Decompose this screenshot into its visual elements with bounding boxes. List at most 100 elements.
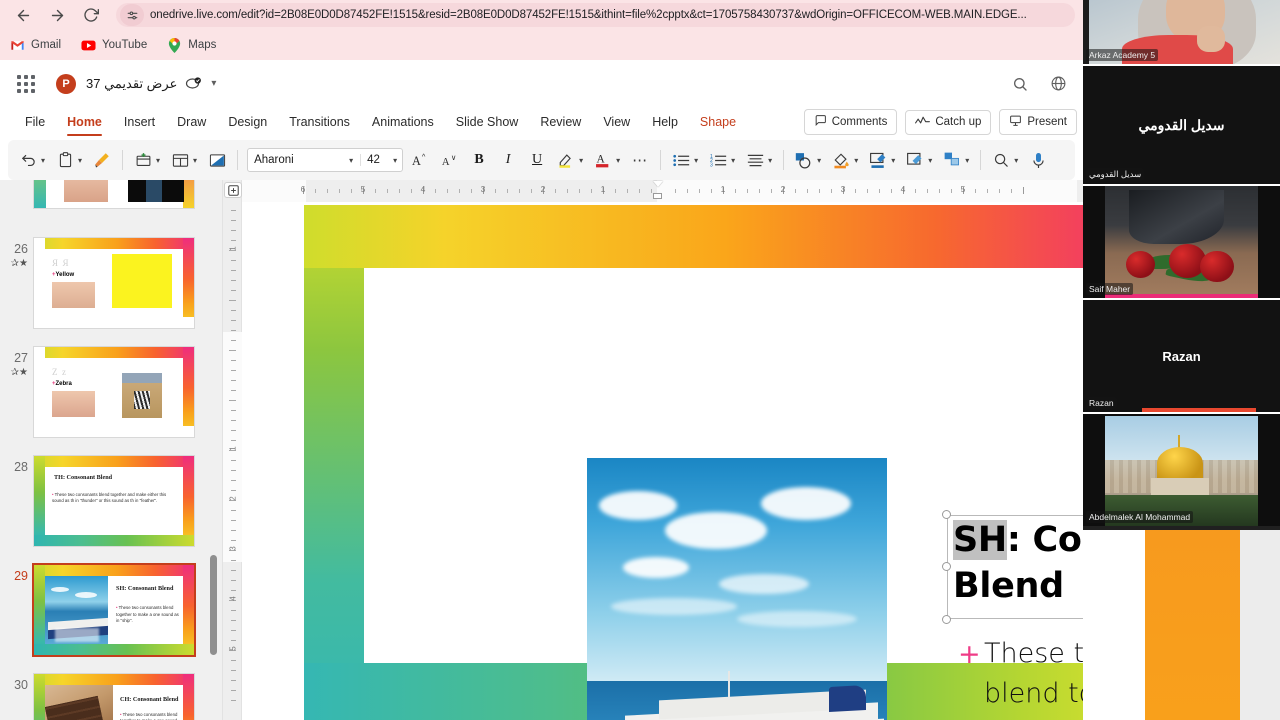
- title-textbox[interactable]: SH: Consonant Blend: [942, 510, 1083, 624]
- chevron-down-icon[interactable]: ▾: [388, 156, 402, 165]
- ruler-toggle-icon[interactable]: [224, 182, 242, 198]
- tab-shape[interactable]: Shape: [689, 112, 747, 132]
- first-line-indent-marker[interactable]: [653, 181, 663, 187]
- site-settings-icon[interactable]: [120, 4, 144, 26]
- body-textbox[interactable]: + These two consonants blend together to…: [948, 634, 1083, 720]
- slide-editor-area[interactable]: 6 5 4 3 2 1 1 2 3 4 5 SH: Co Blend + The…: [242, 180, 1083, 720]
- new-slide-button[interactable]: ▾: [129, 146, 165, 174]
- participant-tile[interactable]: Arkaz Academy 5: [1083, 0, 1280, 64]
- chevron-down-icon[interactable]: ▾: [1012, 156, 1020, 165]
- grow-font-button[interactable]: A ^: [407, 146, 435, 174]
- globe-icon[interactable]: [1047, 73, 1069, 95]
- chevron-down-icon[interactable]: ▾: [76, 156, 84, 165]
- tab-home[interactable]: Home: [56, 112, 113, 136]
- chevron-down-icon[interactable]: ▾: [577, 156, 585, 165]
- chevron-down-icon[interactable]: ▾: [926, 156, 934, 165]
- arrange-button[interactable]: ▾: [938, 146, 974, 174]
- thumbnail-preview[interactable]: CH: Consonant Blend • These two consonan…: [34, 674, 194, 720]
- thumbnail-preview[interactable]: TH: Consonant Blend • These two consonan…: [34, 456, 194, 546]
- font-size-input[interactable]: 42: [360, 154, 388, 166]
- bold-button[interactable]: B: [465, 146, 493, 174]
- forward-arrow-icon[interactable]: [42, 2, 72, 28]
- paste-button[interactable]: ▾: [51, 146, 87, 174]
- catch-up-button[interactable]: Catch up: [905, 109, 992, 135]
- participant-tile[interactable]: Saif Maher: [1083, 186, 1280, 298]
- bookmark-maps[interactable]: Maps: [167, 37, 216, 53]
- chevron-down-icon[interactable]: ▾: [766, 156, 774, 165]
- thumbnail-preview[interactable]: Z z +Zebra: [34, 347, 194, 437]
- chevron-down-icon[interactable]: ▾: [852, 156, 860, 165]
- layout-button[interactable]: ▾: [166, 146, 202, 174]
- back-arrow-icon[interactable]: [8, 2, 38, 28]
- thumbnail-item[interactable]: 26 ✰★ Я Я +Yellow: [0, 238, 222, 328]
- thumbnail-scrollbar[interactable]: [210, 555, 217, 655]
- undo-button[interactable]: ▾: [14, 146, 50, 174]
- thumbnail-preview[interactable]: SH: Consonant Blend • These two consonan…: [34, 565, 194, 655]
- shrink-font-button[interactable]: A ∨: [436, 146, 464, 174]
- app-launcher-icon[interactable]: [12, 70, 40, 98]
- comments-button[interactable]: Comments: [803, 109, 898, 135]
- chevron-down-icon[interactable]: ▾: [963, 156, 971, 165]
- participant-tile[interactable]: Razan Razan: [1083, 300, 1280, 412]
- thumbnail-item[interactable]: 27 ✰★ Z z +Zebra: [0, 347, 222, 437]
- resize-handle-nw[interactable]: [942, 510, 951, 519]
- participant-tile[interactable]: سديل القدومي سديل القدومي: [1083, 66, 1280, 184]
- tab-slide-show[interactable]: Slide Show: [445, 112, 530, 132]
- left-indent-marker[interactable]: [653, 193, 662, 199]
- numbering-button[interactable]: 123 ▾: [704, 146, 740, 174]
- find-button[interactable]: ▾: [987, 146, 1023, 174]
- thumbnail-item[interactable]: 28 TH: Consonant Blend • These two conso…: [0, 456, 222, 546]
- slide-thumbnail-pane[interactable]: 25: [0, 180, 222, 720]
- document-title[interactable]: عرض تقديمي 37: [86, 76, 177, 92]
- chevron-down-icon[interactable]: ▾: [39, 156, 47, 165]
- chevron-down-icon[interactable]: ▾: [154, 156, 162, 165]
- align-button[interactable]: ▾: [741, 146, 777, 174]
- dictate-button[interactable]: [1024, 146, 1052, 174]
- tab-draw[interactable]: Draw: [166, 112, 217, 132]
- shape-effects-button[interactable]: ▾: [901, 146, 937, 174]
- autosave-icon[interactable]: [185, 76, 203, 91]
- cruise-ship-photo[interactable]: [587, 458, 887, 720]
- thumbnail-item[interactable]: 25: [0, 180, 222, 208]
- reset-slide-button[interactable]: [203, 146, 231, 174]
- font-color-button[interactable]: A ▾: [589, 146, 625, 174]
- thumbnail-preview[interactable]: [34, 180, 194, 208]
- shapes-button[interactable]: ▾: [790, 146, 826, 174]
- bookmark-youtube[interactable]: YouTube: [81, 38, 147, 53]
- text-highlight-button[interactable]: ▾: [552, 146, 588, 174]
- thumbnail-preview[interactable]: Я Я +Yellow: [34, 238, 194, 328]
- chevron-down-icon[interactable]: ▾: [692, 156, 700, 165]
- address-bar[interactable]: onedrive.live.com/edit?id=2B08E0D0D87452…: [116, 3, 1075, 27]
- tab-transitions[interactable]: Transitions: [278, 112, 361, 132]
- tab-help[interactable]: Help: [641, 112, 689, 132]
- shape-outline-button[interactable]: ▾: [864, 146, 900, 174]
- tab-view[interactable]: View: [592, 112, 641, 132]
- chevron-down-icon[interactable]: ▾: [211, 78, 216, 89]
- thumbnail-item[interactable]: 30 CH: Consonant Blend • These two conso…: [0, 674, 222, 720]
- video-call-panel[interactable]: Arkaz Academy 5 سديل القدومي سديل القدوم…: [1083, 0, 1280, 720]
- tab-animations[interactable]: Animations: [361, 112, 445, 132]
- participant-tile[interactable]: Abdelmalek Al Mohammad: [1083, 414, 1280, 526]
- bullets-button[interactable]: ▾: [667, 146, 703, 174]
- search-icon[interactable]: [1009, 73, 1031, 95]
- present-button[interactable]: Present: [999, 109, 1077, 135]
- format-painter-button[interactable]: [88, 146, 116, 174]
- chevron-down-icon[interactable]: ▾: [614, 156, 622, 165]
- more-text-options-button[interactable]: ⋯: [626, 146, 654, 174]
- chevron-down-icon[interactable]: ▾: [815, 156, 823, 165]
- underline-button[interactable]: U: [523, 146, 551, 174]
- chevron-down-icon[interactable]: ▾: [729, 156, 737, 165]
- reload-icon[interactable]: [76, 2, 106, 28]
- tab-review[interactable]: Review: [529, 112, 592, 132]
- resize-handle-w[interactable]: [942, 562, 951, 571]
- tab-insert[interactable]: Insert: [113, 112, 166, 132]
- chevron-down-icon[interactable]: ▾: [889, 156, 897, 165]
- thumbnail-item-selected[interactable]: 29 SH: Consonant Blend • These two conso…: [0, 565, 222, 655]
- chevron-down-icon[interactable]: ▾: [191, 156, 199, 165]
- chevron-down-icon[interactable]: ▾: [344, 156, 358, 165]
- tab-design[interactable]: Design: [217, 112, 278, 132]
- tab-file[interactable]: File: [14, 112, 56, 132]
- slide-canvas[interactable]: SH: Consonant Blend + These two consonan…: [242, 202, 1083, 720]
- bookmark-gmail[interactable]: Gmail: [10, 38, 61, 53]
- font-name-input[interactable]: Aharoni: [248, 154, 344, 166]
